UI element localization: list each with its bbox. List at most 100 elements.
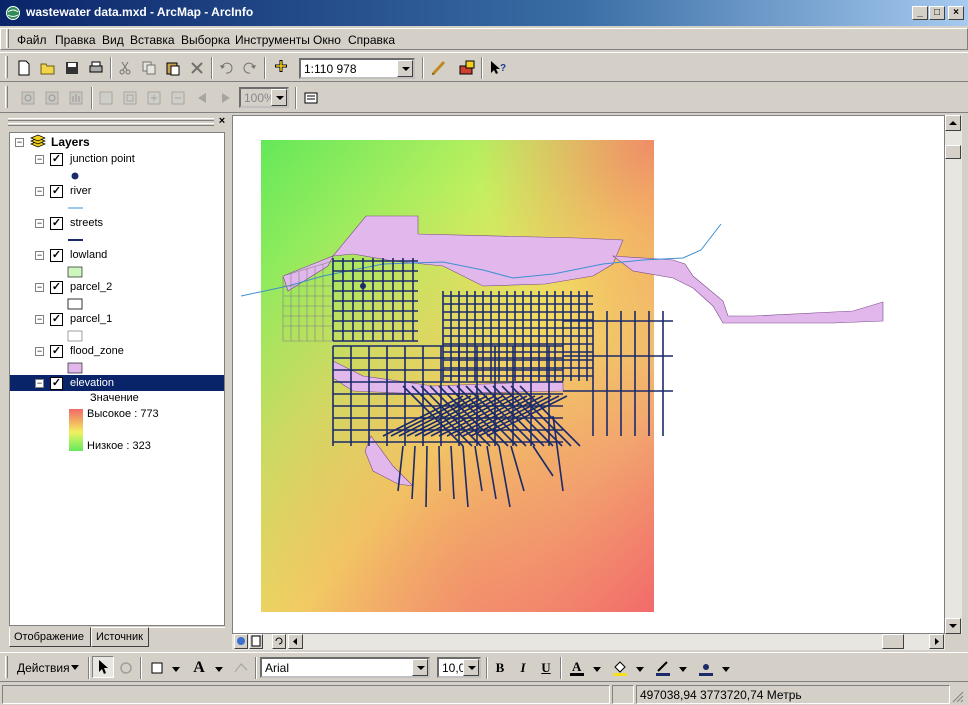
collapse-icon[interactable]: − [35, 251, 44, 260]
menu-selection[interactable]: Выборка [181, 33, 230, 47]
redo-button[interactable] [239, 57, 261, 79]
font-name-combobox[interactable]: Arial [260, 657, 430, 678]
menubar-grip[interactable] [6, 29, 9, 48]
chevron-down-icon[interactable] [397, 60, 413, 77]
minimize-button[interactable]: _ [912, 6, 928, 20]
toc-layer-elevation[interactable]: − ✓ elevation [10, 375, 224, 391]
add-data-button[interactable] [270, 57, 292, 79]
layer-visibility-checkbox[interactable]: ✓ [50, 249, 63, 262]
scroll-thumb[interactable] [945, 145, 961, 159]
line-color-button[interactable] [652, 657, 674, 679]
toc-layer-junction-point[interactable]: − ✓ junction point [10, 151, 224, 167]
resize-grip-icon[interactable] [950, 689, 964, 703]
marker-color-button[interactable] [695, 657, 717, 679]
toc-layer-parcel-1[interactable]: − ✓ parcel_1 [10, 311, 224, 327]
collapse-icon[interactable]: − [35, 379, 44, 388]
toolbar-grip[interactable] [5, 656, 8, 678]
font-size-combobox[interactable]: 10,0 [437, 657, 481, 678]
fill-color-button[interactable] [609, 657, 631, 679]
layer-name[interactable]: streets [70, 217, 103, 229]
menu-edit[interactable]: Правка [55, 33, 96, 47]
layer-visibility-checkbox[interactable]: ✓ [50, 313, 63, 326]
chevron-down-icon[interactable] [678, 667, 688, 673]
toc-grip[interactable] [8, 123, 214, 126]
pan-layout-button[interactable] [65, 87, 87, 109]
arctoolbox-button[interactable] [456, 57, 478, 79]
collapse-icon[interactable]: − [35, 283, 44, 292]
toc-grip[interactable] [8, 118, 214, 121]
next-extent-button[interactable] [215, 87, 237, 109]
edit-vertices-button[interactable] [230, 657, 252, 679]
zoom-100-button[interactable] [119, 87, 141, 109]
fixed-zoom-in-button[interactable] [143, 87, 165, 109]
chevron-down-icon[interactable] [171, 667, 181, 673]
horizontal-scrollbar[interactable] [232, 634, 945, 650]
collapse-icon[interactable]: − [35, 347, 44, 356]
scroll-right-arrow[interactable] [929, 634, 944, 649]
save-button[interactable] [61, 57, 83, 79]
chevron-down-icon[interactable] [721, 667, 731, 673]
cut-button[interactable] [114, 57, 136, 79]
new-document-button[interactable] [13, 57, 35, 79]
toc-close-icon[interactable]: × [216, 116, 228, 128]
menu-tools[interactable]: Инструменты [235, 33, 310, 47]
refresh-button[interactable] [272, 634, 286, 649]
scroll-down-arrow[interactable] [945, 618, 961, 634]
layer-name[interactable]: parcel_1 [70, 313, 112, 325]
italic-button[interactable]: I [512, 657, 534, 679]
menu-file[interactable]: Файл [17, 33, 47, 47]
layer-name[interactable]: junction point [70, 153, 135, 165]
paste-button[interactable] [162, 57, 184, 79]
map-scale-combobox[interactable]: 1:110 978 [299, 58, 415, 79]
zoom-whole-page-button[interactable] [95, 87, 117, 109]
drawing-actions-menu[interactable]: Действия [12, 657, 84, 679]
collapse-icon[interactable]: − [15, 138, 24, 147]
fixed-zoom-out-button[interactable] [167, 87, 189, 109]
map-display[interactable] [232, 115, 945, 634]
layer-name[interactable]: river [70, 185, 91, 197]
layer-name[interactable]: elevation [70, 377, 114, 389]
collapse-icon[interactable]: − [35, 219, 44, 228]
chevron-down-icon[interactable] [635, 667, 645, 673]
data-frame-label[interactable]: Layers [51, 135, 90, 149]
layer-visibility-checkbox[interactable]: ✓ [50, 153, 63, 166]
zoom-in-layout-button[interactable] [17, 87, 39, 109]
chevron-down-icon[interactable] [463, 659, 479, 676]
layer-name[interactable]: lowland [70, 249, 107, 261]
chevron-down-icon[interactable] [214, 667, 224, 673]
menu-view[interactable]: Вид [102, 33, 124, 47]
rectangle-tool-button[interactable] [146, 657, 168, 679]
menu-help[interactable]: Справка [348, 33, 395, 47]
select-elements-button[interactable] [92, 656, 114, 678]
whats-this-button[interactable]: ? [487, 57, 509, 79]
underline-button[interactable]: U [535, 657, 557, 679]
toc-layer-river[interactable]: − ✓ river [10, 183, 224, 199]
maximize-button[interactable]: □ [929, 6, 945, 20]
rotate-button[interactable] [115, 657, 137, 679]
chevron-down-icon[interactable] [592, 667, 602, 673]
zoom-out-layout-button[interactable] [41, 87, 63, 109]
layer-name[interactable]: parcel_2 [70, 281, 112, 293]
collapse-icon[interactable]: − [35, 315, 44, 324]
toolbar-grip[interactable] [5, 56, 8, 78]
toc-layer-streets[interactable]: − ✓ streets [10, 215, 224, 231]
copy-button[interactable] [138, 57, 160, 79]
delete-button[interactable] [186, 57, 208, 79]
toc-layer-parcel-2[interactable]: − ✓ parcel_2 [10, 279, 224, 295]
layer-name[interactable]: flood_zone [70, 345, 124, 357]
collapse-icon[interactable]: − [35, 187, 44, 196]
toc-layer-lowland[interactable]: − ✓ lowland [10, 247, 224, 263]
layer-visibility-checkbox[interactable]: ✓ [50, 345, 63, 358]
vertical-scrollbar[interactable] [945, 115, 962, 634]
layout-view-button[interactable] [249, 634, 263, 649]
collapse-icon[interactable]: − [35, 155, 44, 164]
chevron-down-icon[interactable] [271, 89, 287, 106]
bold-button[interactable]: B [489, 657, 511, 679]
scroll-left-arrow[interactable] [288, 634, 303, 649]
text-tool-button[interactable]: A [188, 657, 210, 679]
print-button[interactable] [85, 57, 107, 79]
scroll-thumb[interactable] [882, 634, 904, 649]
layer-visibility-checkbox[interactable]: ✓ [50, 377, 63, 390]
layer-visibility-checkbox[interactable]: ✓ [50, 217, 63, 230]
layer-visibility-checkbox[interactable]: ✓ [50, 281, 63, 294]
